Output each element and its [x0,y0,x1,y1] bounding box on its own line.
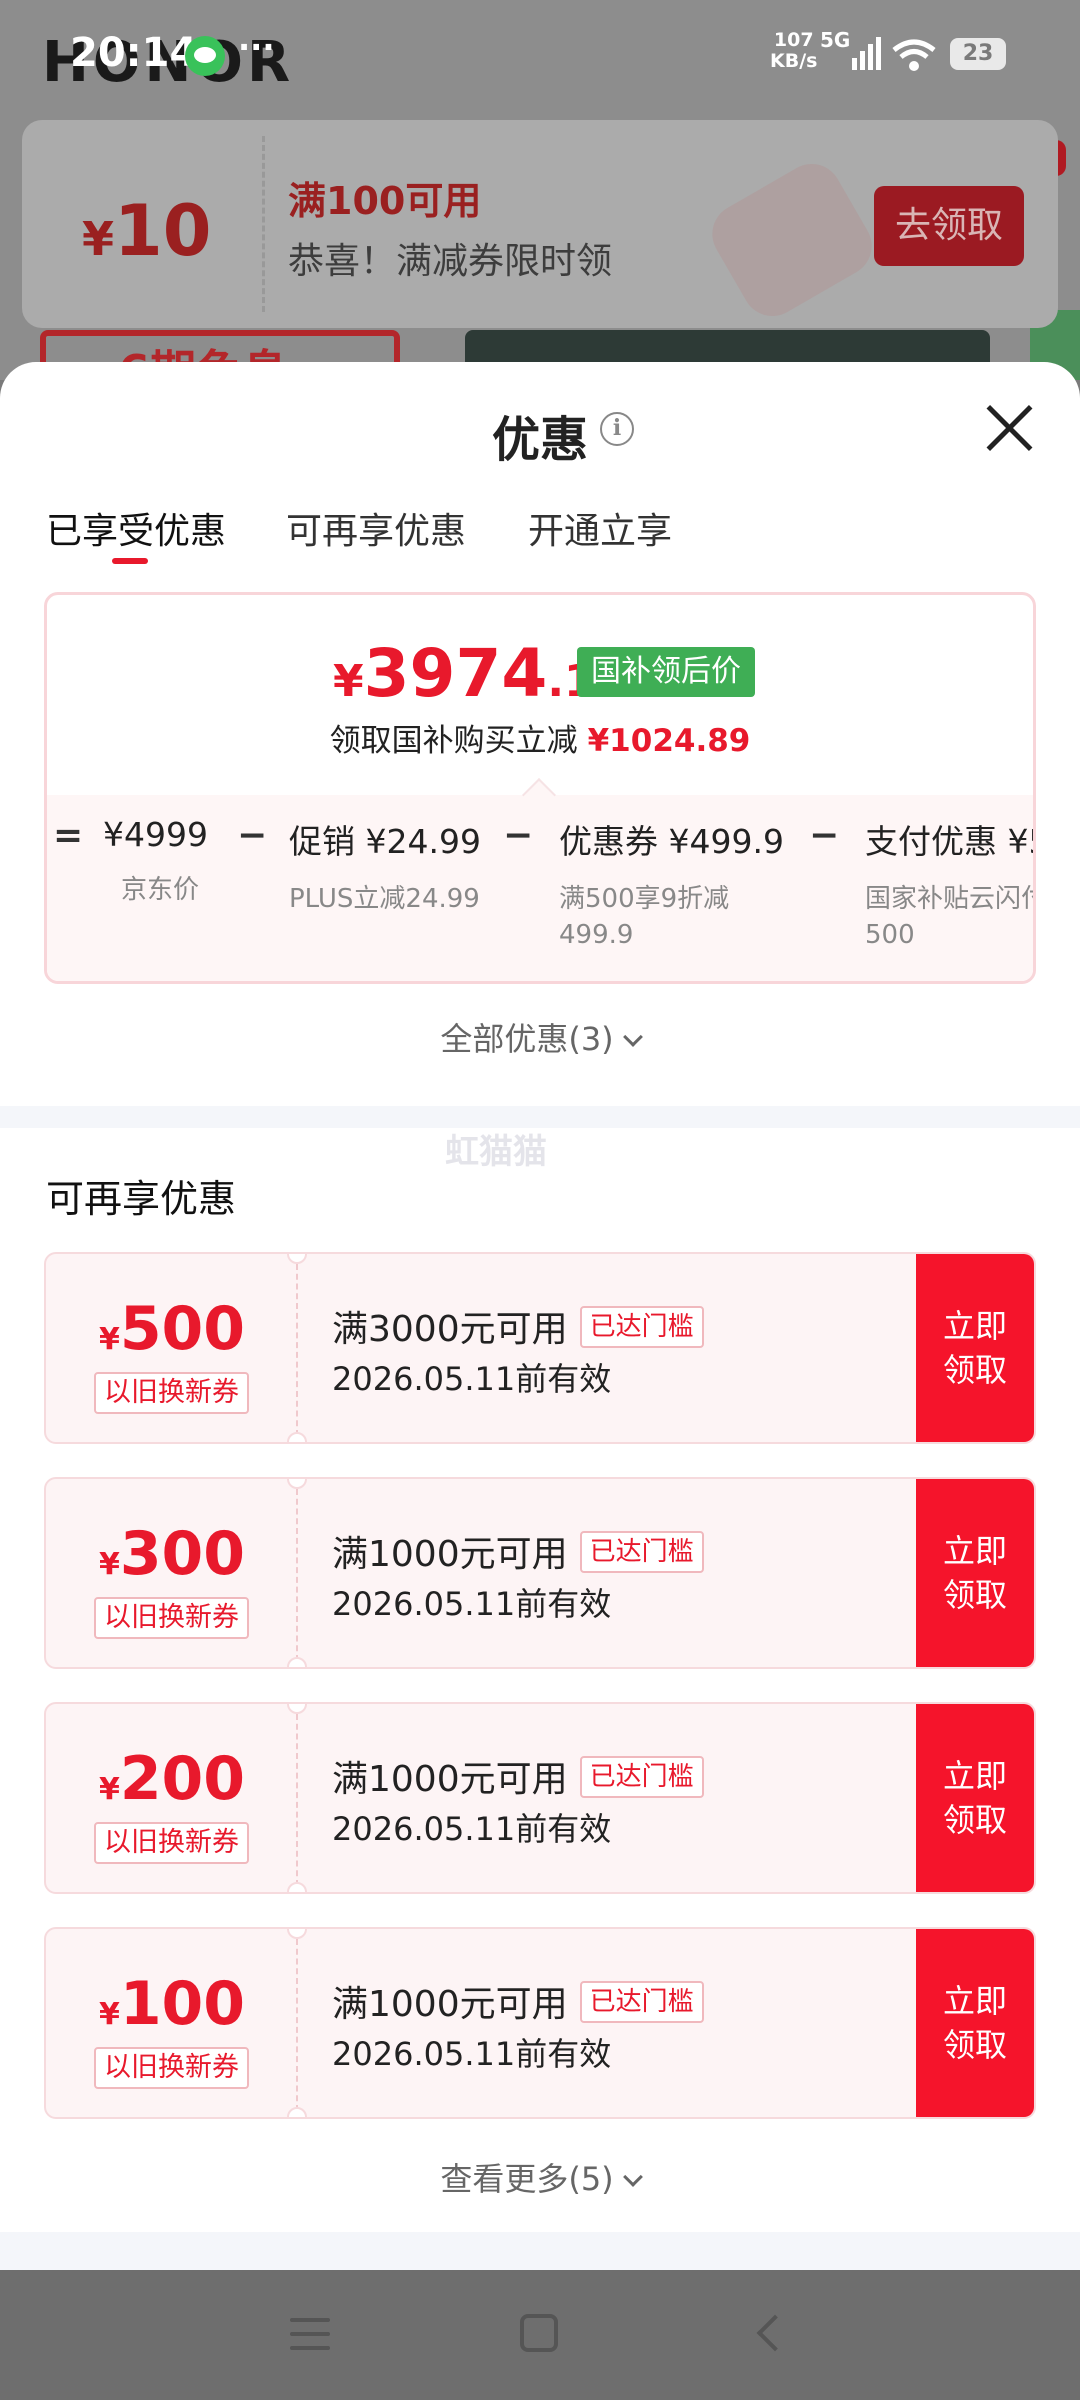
network-speed-value: 107 [773,29,814,51]
coupon-card: ¥500 以旧换新券 满3000元可用 已达门槛 2026.05.11前有效 立即… [44,1252,1036,1444]
tab-activate-promos[interactable]: 开通立享 [528,502,672,554]
notification-divider [262,136,265,312]
coupon-notch [287,1929,307,1939]
info-icon[interactable]: i [600,412,634,446]
breakdown-operator: = [53,815,84,856]
promotions-sheet: 优惠 i 已享受优惠 可再享优惠 开通立享 ¥3974.11 国补领后价 领取国… [0,362,1080,2270]
network-speed-unit: KB/s [770,50,818,72]
coupon-condition: 满3000元可用 已达门槛 [332,1300,704,1352]
network-speed: 107 KB/s [770,30,817,72]
more-notifications-icon: ··· [238,28,275,66]
tab-more-promos[interactable]: 可再享优惠 [286,502,466,554]
notification-subtitle: 恭喜！满减券限时领 [288,241,613,282]
wifi-icon [892,39,936,71]
notification-title: 满100可用 [288,179,482,223]
watermark: 虹猫猫 [445,1132,547,1172]
coupon-notification[interactable]: ¥10 满100可用 恭喜！满减券限时领 去领取 [22,120,1058,328]
breakdown-operator: − [503,815,534,856]
subsidy-price-badge: 国补领后价 [577,647,755,697]
price-summary-card: ¥3974.11 国补领后价 领取国补购买立减¥1024.89 = ¥4999 … [44,592,1036,984]
coupon-condition: 满1000元可用 已达门槛 [332,1975,704,2027]
coupon-type-tag: 以旧换新券 [94,1822,249,1864]
coupon-notch [287,1432,307,1442]
coupon-condition: 满1000元可用 已达门槛 [332,1525,704,1577]
all-promos-toggle[interactable]: 全部优惠(3) [0,1014,1080,1060]
claim-coupon-button[interactable]: 立即 领取 [916,1254,1034,1442]
savings-text: 领取国补购买立减 [329,723,578,759]
coupon-type-tag: 以旧换新券 [94,2047,249,2089]
breakdown-operator: − [809,815,840,856]
breakdown-item-payment: 支付优惠 ¥5 国家补贴云闪付 500 [865,822,1036,950]
tab-enjoyed-promos[interactable]: 已享受优惠 [46,502,226,554]
coupon-type-tag: 以旧换新券 [94,1597,249,1639]
coupon-validity: 2026.05.11前有效 [332,1360,612,1398]
chevron-down-icon [622,2167,643,2187]
coupon-amount: ¥200 [98,1744,246,1814]
breakdown-item-coupon: 优惠券 ¥499.9 满500享9折减 499.9 [559,822,784,950]
price-breakdown[interactable]: = ¥4999 京东价 − 促销 ¥24.99 PLUS立减24.99 − 优惠… [47,815,1033,975]
breakdown-item-jd-price: ¥4999 京东价 [103,815,208,905]
coupon-divider [296,1489,298,1661]
system-navigation-bar [0,2270,1080,2400]
notification-decoration [701,153,883,327]
close-icon[interactable] [985,402,1035,452]
active-tab-indicator [112,558,148,564]
threshold-met-tag: 已达门槛 [579,1981,704,2023]
threshold-met-tag: 已达门槛 [579,1306,704,1348]
chevron-down-icon [622,1027,643,1047]
status-bar: 20:14 ··· 107 KB/s 5G 23 [0,0,1080,110]
threshold-met-tag: 已达门槛 [579,1531,704,1573]
home-icon[interactable] [520,2314,558,2352]
coupon-validity: 2026.05.11前有效 [332,2035,612,2073]
savings-line: 领取国补购买立减 ¥1024.89 [47,715,1033,760]
back-icon[interactable] [756,2314,794,2352]
sheet-footer-band [0,2232,1080,2270]
status-time: 20:14 [70,30,198,76]
coupon-amount: ¥500 [98,1294,246,1364]
menu-icon[interactable] [290,2318,330,2352]
coupon-notch [287,1657,307,1667]
coupon-card: ¥200 以旧换新券 满1000元可用 已达门槛 2026.05.11前有效 立即… [44,1702,1036,1894]
coupon-notch [287,2107,307,2117]
coupon-card: ¥100 以旧换新券 满1000元可用 已达门槛 2026.05.11前有效 立即… [44,1927,1036,2119]
coupon-notch [287,1882,307,1892]
claim-coupon-button[interactable]: 立即 领取 [916,1704,1034,1892]
coupon-validity: 2026.05.11前有效 [332,1585,612,1623]
signal-icon [852,37,881,70]
breakdown-item-promotion: 促销 ¥24.99 PLUS立减24.99 [289,822,481,914]
coupon-divider [296,1939,298,2111]
coupon-type-tag: 以旧换新券 [94,1372,249,1414]
sheet-title: 优惠 [491,412,588,468]
battery-icon: 23 [950,38,1006,70]
view-more-toggle[interactable]: 查看更多(5) [0,2154,1080,2200]
claim-notification-button[interactable]: 去领取 [874,186,1024,266]
coupon-amount: ¥300 [98,1519,246,1589]
notification-amount: ¥10 [82,190,212,272]
coupon-validity: 2026.05.11前有效 [332,1810,612,1848]
coupon-notch [287,1704,307,1714]
savings-amount: ¥1024.89 [587,723,751,759]
breakdown-operator: − [237,815,268,856]
wechat-icon [185,36,225,76]
coupon-amount: ¥100 [98,1969,246,2039]
coupon-divider [296,1714,298,1886]
section-title: 可再享优惠 [46,1177,237,1221]
coupon-notch [287,1479,307,1489]
coupon-card: ¥300 以旧换新券 满1000元可用 已达门槛 2026.05.11前有效 立即… [44,1477,1036,1669]
claim-coupon-button[interactable]: 立即 领取 [916,1929,1034,2117]
claim-coupon-button[interactable]: 立即 领取 [916,1479,1034,1667]
coupon-divider [296,1264,298,1436]
threshold-met-tag: 已达门槛 [579,1756,704,1798]
final-price-area: ¥3974.11 国补领后价 领取国补购买立减¥1024.89 [47,595,1033,795]
coupon-condition: 满1000元可用 已达门槛 [332,1750,704,1802]
coupon-notch [287,1254,307,1264]
